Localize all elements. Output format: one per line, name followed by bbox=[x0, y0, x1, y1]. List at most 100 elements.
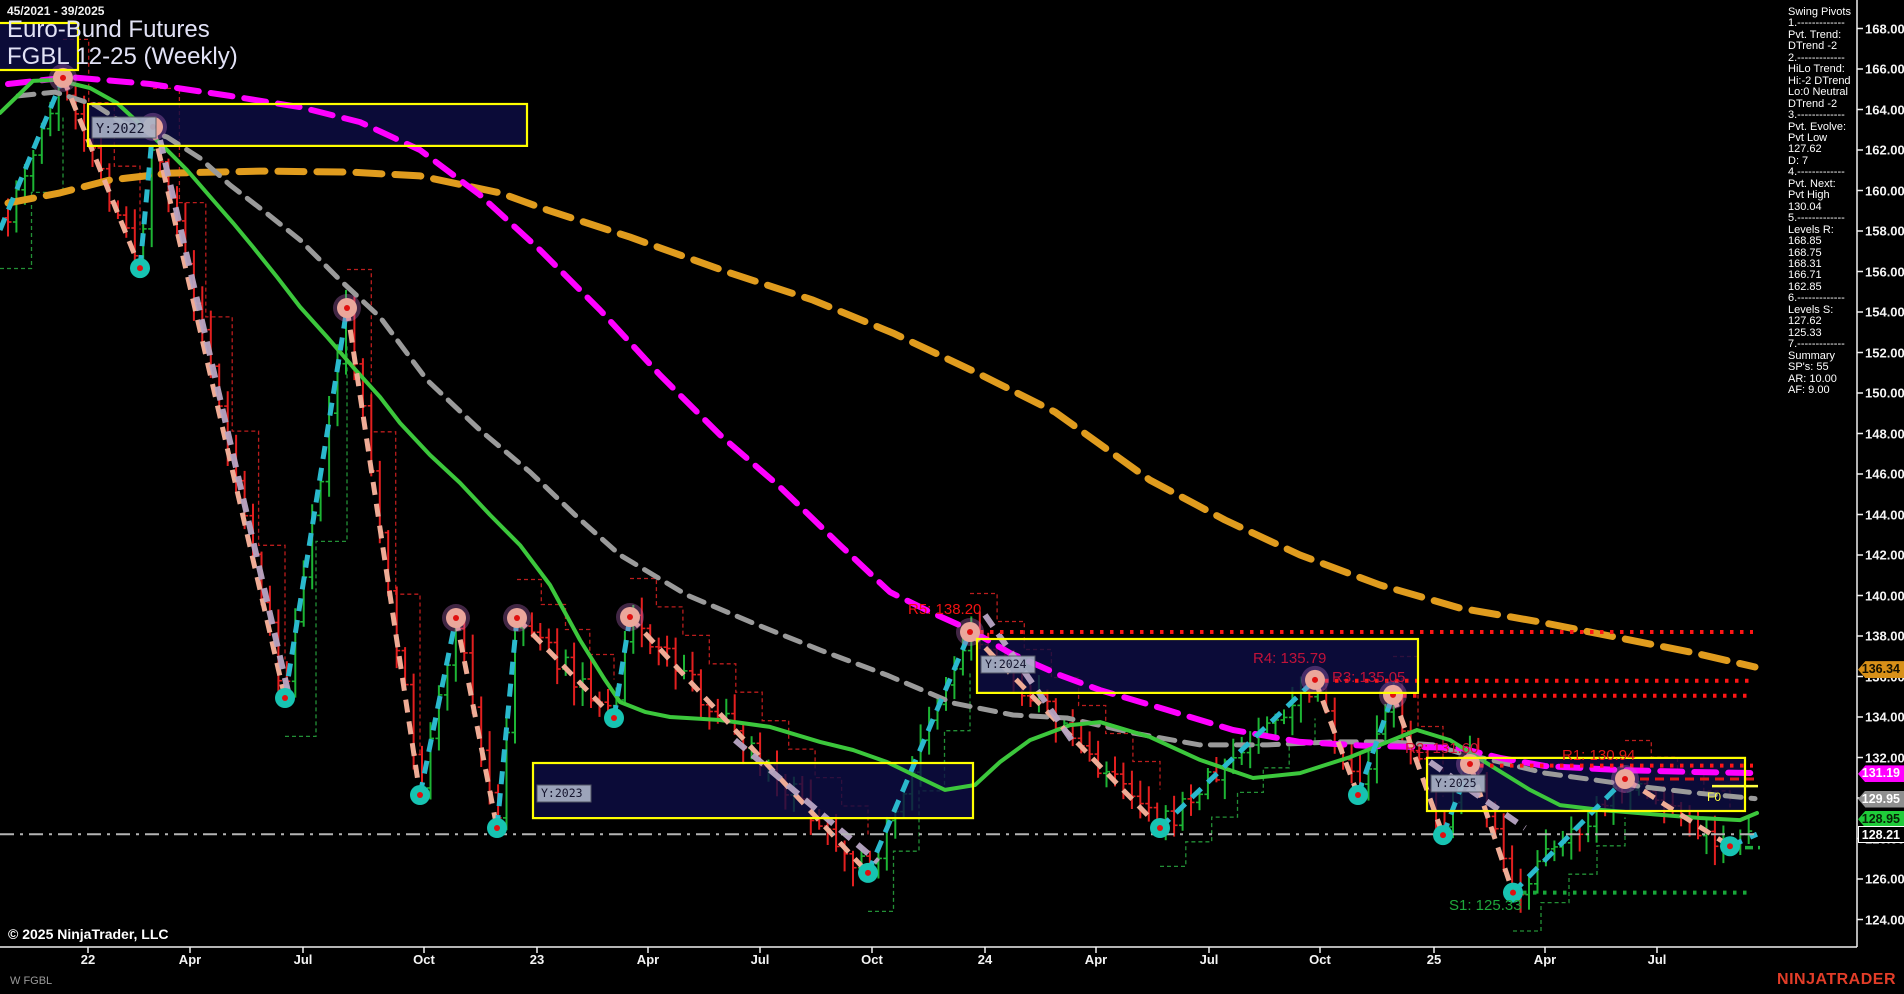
pivot-marker bbox=[60, 74, 66, 81]
hilo-zigzag bbox=[157, 139, 1527, 865]
level-label-R1: R1: 130.94 bbox=[1562, 747, 1635, 764]
year-chip-label: Y:2023 bbox=[541, 786, 583, 800]
price-axis-label: 160.00 bbox=[1865, 183, 1904, 198]
price-tag-128.21: 128.21 bbox=[1858, 825, 1904, 843]
price-axis-label: 140.00 bbox=[1865, 588, 1904, 603]
pivot-marker bbox=[453, 615, 459, 621]
pivot-marker bbox=[1727, 843, 1733, 850]
price-axis-label: 132.00 bbox=[1865, 750, 1904, 765]
pivot-marker bbox=[1622, 776, 1628, 782]
year-chip-label: Y:2022 bbox=[96, 121, 145, 137]
price-axis-label: 144.00 bbox=[1865, 507, 1904, 522]
pivot-panel-line: 168.85 bbox=[1788, 235, 1822, 248]
time-axis-label: Jul bbox=[1199, 952, 1219, 967]
year-chip-label: Y:2024 bbox=[985, 657, 1027, 671]
price-axis-label: 158.00 bbox=[1865, 223, 1904, 239]
pivot-marker bbox=[1312, 676, 1318, 683]
pivot-panel-line: Lo:0 Neutral bbox=[1788, 86, 1848, 99]
year-chip-label: Y:2025 bbox=[1435, 776, 1477, 790]
price-axis-label: 126.00 bbox=[1865, 871, 1904, 887]
time-axis-label: Apr bbox=[1084, 952, 1108, 967]
time-axis-label: 23 bbox=[529, 952, 545, 967]
instrument-title: Euro-Bund Futures bbox=[7, 16, 210, 43]
pivot-marker bbox=[1157, 825, 1163, 831]
contract-subtitle: FGBL 12-25 (Weekly) bbox=[7, 43, 238, 70]
time-axis-label: Jul bbox=[750, 952, 770, 967]
pivot-marker bbox=[417, 792, 423, 798]
price-axis-label: 146.00 bbox=[1865, 466, 1904, 482]
pivot-marker bbox=[865, 869, 871, 876]
level-label-R4: R4: 135.79 bbox=[1253, 650, 1326, 667]
year-box-fills bbox=[0, 23, 1745, 819]
zigzag-down-leg bbox=[344, 307, 423, 796]
price-axis-label: 154.00 bbox=[1865, 304, 1904, 320]
moving-averages bbox=[0, 74, 1759, 823]
price-axis-label: 148.00 bbox=[1865, 426, 1904, 441]
pivot-marker bbox=[611, 715, 617, 721]
price-axis-label: 150.00 bbox=[1865, 385, 1904, 401]
ninjatrader-chart-window: Y:2022 Y:2023 Y:2024 Y:2025 R5: 138.20 R4: 13… bbox=[0, 0, 1904, 994]
ma-fast-ema-green bbox=[0, 77, 1759, 823]
zigzag-up-leg bbox=[417, 617, 459, 796]
level-label-F0: F0 bbox=[1707, 790, 1721, 804]
time-axis-label: Jul bbox=[1647, 952, 1667, 967]
pivot-panel-line: 127.62 bbox=[1788, 315, 1822, 328]
price-tag-131.19: 131.19 bbox=[1858, 765, 1904, 783]
time-axis-label: Jul bbox=[293, 952, 313, 967]
chart-canvas[interactable]: Y:2022 Y:2023 Y:2024 Y:2025 R5: 138.20 R4: 13… bbox=[0, 0, 1904, 994]
pivot-marker bbox=[1510, 889, 1516, 896]
time-axis-label: Apr bbox=[636, 952, 660, 967]
price-axis-label: 164.00 bbox=[1865, 102, 1904, 117]
pivot-marker bbox=[1467, 761, 1473, 767]
ma-sma-magenta bbox=[5, 74, 1758, 777]
pivot-marker bbox=[514, 615, 520, 621]
price-axis-label: 134.00 bbox=[1865, 709, 1904, 725]
price-axis-label: 152.00 bbox=[1865, 345, 1904, 360]
pivot-panel-line: Pvt High bbox=[1788, 189, 1830, 202]
pivot-panel-line: AF: 9.00 bbox=[1788, 383, 1830, 396]
series-label: W FGBL bbox=[10, 975, 53, 987]
time-axis-label: Apr bbox=[1533, 952, 1557, 967]
zigzag-down-leg bbox=[150, 126, 288, 699]
pivot-marker bbox=[137, 265, 143, 272]
pivot-marker bbox=[1440, 832, 1446, 839]
pivot-panel-line: 7.------------- bbox=[1788, 338, 1845, 351]
pivot-marker bbox=[627, 614, 633, 620]
price-axis-label: 156.00 bbox=[1865, 264, 1904, 279]
level-label-R5: R5: 138.20 bbox=[908, 601, 981, 618]
pivot-panel-line: HiLo Trend: bbox=[1788, 63, 1845, 76]
price-axis-label: 138.00 bbox=[1865, 628, 1904, 644]
copyright-watermark: © 2025 NinjaTrader, LLC bbox=[8, 926, 169, 942]
hilo-zigzag-segment bbox=[157, 139, 293, 701]
pivot-marker bbox=[344, 305, 350, 311]
zigzag-up-leg bbox=[865, 631, 973, 874]
pivot-marker bbox=[1355, 792, 1361, 798]
pivot-panel-line: SP's: 55 bbox=[1788, 361, 1829, 374]
swing-pivots-panel: Swing Pivots 1.------------- Pvt. Trend: DT… bbox=[1788, 6, 1858, 396]
ninjatrader-logo: NINJATRADER bbox=[1777, 971, 1896, 988]
time-axis-label: 22 bbox=[80, 952, 96, 967]
time-axis-label: Oct bbox=[861, 952, 883, 967]
level-label-R3: R3: 135.05 bbox=[1332, 669, 1405, 686]
level-label-R2: R2: 131.60 bbox=[1405, 740, 1478, 757]
price-axis-label: 124.00 bbox=[1865, 912, 1904, 927]
zigzag-down-leg bbox=[453, 617, 500, 829]
price-axis-label: 162.00 bbox=[1865, 142, 1904, 158]
time-axis-label: Oct bbox=[413, 952, 435, 967]
level-label-S1: S1: 125.33 bbox=[1449, 897, 1522, 914]
pivot-marker bbox=[282, 695, 288, 701]
time-axis-label: Oct bbox=[1309, 952, 1331, 967]
price-axis-label: 168.00 bbox=[1865, 21, 1904, 36]
price-tag-129.95: 129.95 bbox=[1858, 790, 1904, 808]
price-axis-label: 166.00 bbox=[1865, 61, 1904, 77]
pivot-panel-line: 5.------------- bbox=[1788, 212, 1845, 225]
time-axis-label: Apr bbox=[178, 952, 202, 967]
pivot-panel-line: 3.------------- bbox=[1788, 109, 1845, 122]
price-tag-136.34: 136.34 bbox=[1858, 661, 1904, 679]
pivot-marker bbox=[967, 629, 973, 635]
time-axis-label: 25 bbox=[1426, 952, 1442, 967]
pivot-marker bbox=[494, 825, 500, 831]
stop-staircase-above bbox=[347, 268, 421, 757]
price-axis-label: 142.00 bbox=[1865, 547, 1904, 563]
time-axis-label: 24 bbox=[977, 952, 993, 967]
